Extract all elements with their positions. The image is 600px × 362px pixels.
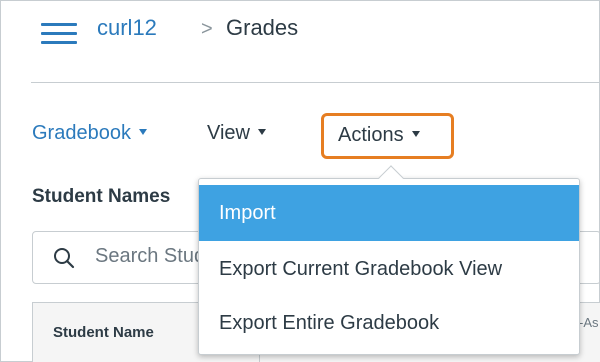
header-divider: [31, 82, 600, 83]
breadcrumb-separator: >: [201, 18, 213, 40]
hamburger-icon[interactable]: [41, 21, 77, 47]
app-frame: curl12 > Grades Gradebook View Actions S…: [0, 0, 600, 362]
caret-down-icon: [258, 128, 266, 135]
menu-item-import[interactable]: Import: [199, 185, 579, 241]
view-menu-button[interactable]: View: [207, 122, 266, 145]
search-icon: [54, 248, 75, 269]
actions-menu-button[interactable]: Actions: [321, 113, 454, 159]
gradebook-menu-label: Gradebook: [32, 122, 131, 144]
breadcrumb-current-page: Grades: [226, 15, 299, 40]
header: curl12 > Grades: [1, 1, 600, 83]
caret-down-icon: [138, 128, 147, 135]
breadcrumb-course-link[interactable]: curl12: [97, 15, 157, 41]
view-menu-label: View: [207, 122, 250, 144]
column-header-student-name[interactable]: Student Name: [53, 324, 154, 341]
search-placeholder: Search Students: [95, 245, 205, 267]
menu-item-export-current-view[interactable]: Export Current Gradebook View: [199, 241, 579, 297]
column-header-assignment[interactable]: -As: [579, 315, 600, 330]
menu-item-export-entire-gradebook[interactable]: Export Entire Gradebook: [199, 295, 579, 351]
caret-down-icon: [411, 130, 420, 137]
gradebook-menu-button[interactable]: Gradebook: [32, 122, 147, 145]
actions-menu-label: Actions: [338, 124, 404, 146]
actions-dropdown-menu: Import Export Current Gradebook View Exp…: [198, 165, 580, 355]
student-names-heading: Student Names: [32, 186, 171, 207]
